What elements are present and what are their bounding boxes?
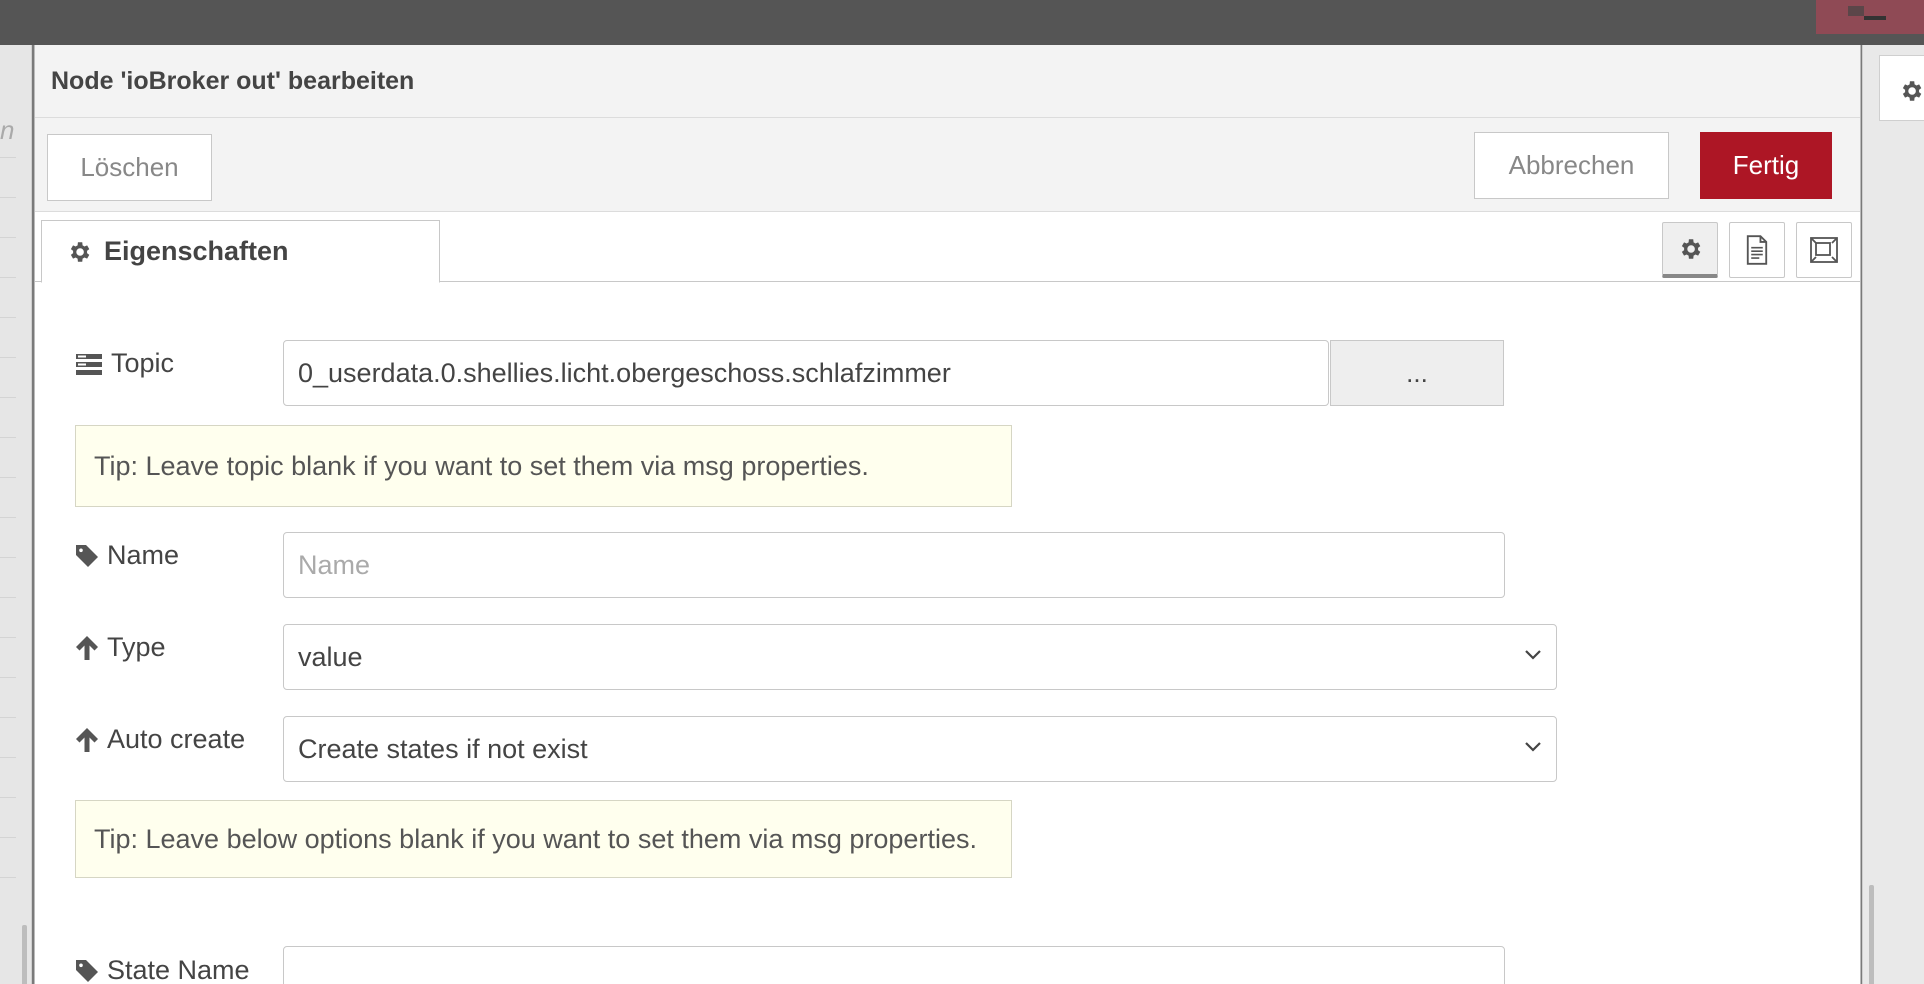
- gear-icon: [70, 241, 90, 262]
- state-name-label-text: State Name: [107, 955, 250, 984]
- grid-line: [0, 677, 16, 678]
- arrow-up-icon: [76, 727, 98, 752]
- document-icon: [1746, 235, 1768, 265]
- topic-label: Topic: [75, 348, 174, 379]
- done-button[interactable]: Fertig: [1700, 132, 1832, 199]
- sidebar: [1862, 45, 1924, 984]
- chevron-down-icon: [1525, 650, 1541, 660]
- tab-properties-label: Eigenschaften: [104, 236, 289, 266]
- dialog-title: Node 'ioBroker out' bearbeiten: [35, 45, 1860, 118]
- gear-icon: [1681, 238, 1701, 259]
- grid-line: [0, 437, 16, 438]
- grid-line: [0, 557, 16, 558]
- grid-line: [0, 397, 16, 398]
- type-label-text: Type: [107, 632, 166, 662]
- grid-line: [0, 357, 16, 358]
- grid-line: [0, 637, 16, 638]
- deploy-icon-base: [1864, 16, 1886, 20]
- properties-view-button[interactable]: [1662, 222, 1718, 278]
- topic-tip: Tip: Leave topic blank if you want to se…: [75, 425, 1012, 507]
- workspace-scrollbar[interactable]: [22, 925, 27, 984]
- arrow-up-icon: [76, 635, 98, 660]
- options-tip: Tip: Leave below options blank if you wa…: [75, 800, 1012, 878]
- delete-button[interactable]: Löschen: [47, 134, 212, 201]
- list-icon: [76, 353, 102, 375]
- grid-line: [0, 277, 16, 278]
- grid-line: [0, 517, 16, 518]
- workspace-canvas: n: [0, 45, 32, 984]
- grid-line: [0, 237, 16, 238]
- deploy-button[interactable]: [1816, 0, 1924, 34]
- editor-header: [0, 0, 1924, 45]
- sidebar-tab[interactable]: [1879, 55, 1924, 121]
- grid-line: [0, 797, 16, 798]
- grid-line: [0, 477, 16, 478]
- type-select[interactable]: value: [283, 624, 1557, 690]
- tab-properties[interactable]: Eigenschaften: [41, 220, 440, 283]
- chevron-down-icon: [1525, 742, 1541, 752]
- deploy-icon: [1848, 6, 1864, 16]
- grid-line: [0, 157, 16, 158]
- state-name-input[interactable]: [283, 946, 1505, 984]
- state-name-label: State Name: [75, 955, 250, 984]
- grid-line: [0, 877, 16, 878]
- node-edit-dialog: Node 'ioBroker out' bearbeiten Löschen A…: [34, 45, 1861, 984]
- description-view-button[interactable]: [1729, 222, 1785, 278]
- topic-input[interactable]: 0_userdata.0.shellies.licht.obergeschoss…: [283, 340, 1329, 406]
- auto-create-label-text: Auto create: [107, 724, 246, 754]
- appearance-view-button[interactable]: [1796, 222, 1852, 278]
- dialog-tabs: Eigenschaften: [35, 212, 1860, 283]
- grid-line: [0, 597, 16, 598]
- gear-icon: [1902, 81, 1922, 101]
- name-label-text: Name: [107, 540, 180, 570]
- type-label: Type: [75, 632, 166, 663]
- name-input[interactable]: Name: [283, 532, 1505, 598]
- name-label: Name: [75, 540, 179, 571]
- workspace-text-fragment: n: [0, 115, 15, 145]
- grid-line: [0, 197, 16, 198]
- topic-label-text: Topic: [111, 348, 175, 378]
- tag-icon: [76, 959, 98, 982]
- auto-create-select[interactable]: Create states if not exist: [283, 716, 1557, 782]
- type-select-value: value: [298, 641, 363, 672]
- tag-icon: [76, 544, 98, 567]
- expand-icon: [1810, 237, 1838, 263]
- auto-create-select-value: Create states if not exist: [298, 733, 588, 764]
- grid-line: [0, 717, 16, 718]
- cancel-button[interactable]: Abbrechen: [1474, 132, 1669, 199]
- grid-line: [0, 757, 16, 758]
- grid-line: [0, 837, 16, 838]
- dialog-toolbar: Löschen Abbrechen Fertig: [35, 118, 1860, 212]
- sidebar-scrollbar[interactable]: [1869, 885, 1874, 984]
- grid-line: [0, 317, 16, 318]
- auto-create-label: Auto create: [75, 724, 245, 755]
- topic-picker-button[interactable]: ...: [1330, 340, 1504, 406]
